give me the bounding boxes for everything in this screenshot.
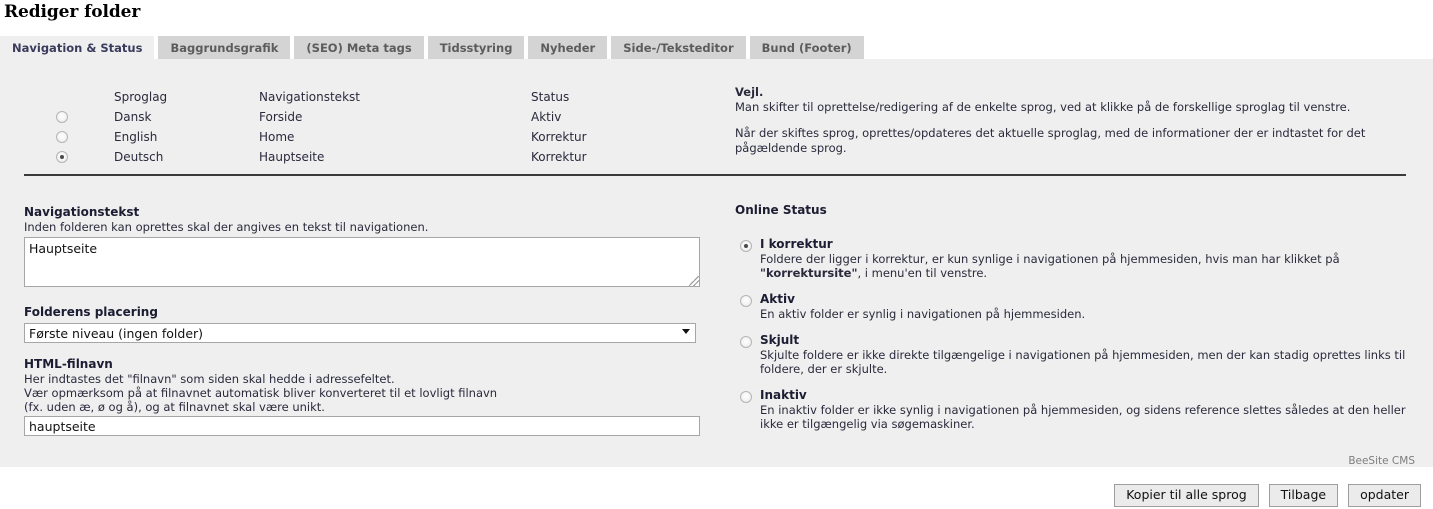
footer-button-group: Kopier til alle sprog Tilbage opdater (1114, 484, 1421, 507)
language-table: Sproglag Navigationstekst Status Dansk Fo… (56, 87, 731, 167)
table-row[interactable]: English Home Korrektur (56, 127, 731, 147)
kopier-til-alle-sprog-button[interactable]: Kopier til alle sprog (1114, 484, 1259, 507)
tab-bund-footer[interactable]: Bund (Footer) (749, 36, 864, 59)
table-row[interactable]: Dansk Forside Aktiv (56, 107, 731, 127)
main-panel: Sproglag Navigationstekst Status Dansk Fo… (0, 59, 1433, 467)
status-option-desc: Skjulte foldere er ikke direkte tilgænge… (760, 348, 1406, 376)
online-status-title: Online Status (735, 203, 827, 217)
radio-icon[interactable] (56, 151, 68, 163)
status-option-i-korrektur[interactable]: I korrektur Foldere der ligger i korrektu… (735, 237, 1425, 280)
guidance-line-1: Man skifter til oprettelse/redigering af… (735, 100, 1351, 114)
guidance-line-2: Når der skiftes sprog, oprettes/opdatere… (735, 126, 1366, 140)
language-radio-cell[interactable] (56, 151, 114, 163)
cell-nav-text: Forside (259, 110, 303, 124)
language-radio-cell[interactable] (56, 111, 114, 123)
filename-input[interactable]: hauptseite (24, 416, 700, 436)
filename-help-3: (fx. uden æ, ø og å), og at filnavnet sk… (24, 400, 325, 414)
online-status-section: Online Status I korrektur Foldere der lig… (735, 203, 1425, 443)
status-option-desc: En aktiv folder er synlig i navigationen… (760, 307, 1086, 321)
cell-language: Dansk (114, 110, 152, 124)
nav-text-label: Navigationstekst (24, 205, 140, 219)
radio-icon[interactable] (740, 336, 752, 348)
textarea-resize-handle[interactable] (689, 276, 699, 286)
status-option-aktiv[interactable]: Aktiv En aktiv folder er synlig i navigat… (735, 292, 1425, 321)
cell-status: Aktiv (531, 110, 562, 124)
chevron-down-icon[interactable] (682, 329, 690, 334)
tab-seo-meta-tags[interactable]: (SEO) Meta tags (294, 36, 424, 59)
section-divider (24, 174, 1406, 176)
status-option-desc: En inaktiv folder er ikke synlig i navig… (760, 403, 1406, 431)
cell-nav-text: Home (259, 130, 295, 144)
tab-navigation-status[interactable]: Navigation & Status (0, 36, 155, 59)
status-option-name: I korrektur (760, 237, 833, 251)
radio-icon[interactable] (56, 131, 68, 143)
filename-help-2: Vær opmærksom på at filnavnet automatisk… (24, 386, 498, 400)
filename-help-1: Her indtastes det "filnavn" som siden sk… (24, 372, 395, 386)
radio-icon[interactable] (56, 111, 68, 123)
edit-folder-page: Rediger folder Navigation & Status Baggru… (0, 0, 1433, 509)
radio-icon[interactable] (740, 240, 752, 252)
status-option-name: Skjult (760, 333, 800, 347)
placement-select[interactable]: Første niveau (ingen folder) (24, 323, 696, 343)
nav-text-textarea[interactable]: Hauptseite (24, 237, 700, 287)
table-row[interactable]: Deutsch Hauptseite Korrektur (56, 147, 731, 167)
status-option-name: Aktiv (760, 292, 795, 306)
radio-icon[interactable] (740, 295, 752, 307)
page-title: Rediger folder (4, 2, 141, 22)
tab-side-teksteditor[interactable]: Side-/Teksteditor (611, 36, 746, 59)
tilbage-button[interactable]: Tilbage (1268, 484, 1339, 507)
status-option-inaktiv[interactable]: Inaktiv En inaktiv folder er ikke synlig … (735, 388, 1425, 431)
cell-status: Korrektur (531, 150, 587, 164)
cell-status: Korrektur (531, 130, 587, 144)
header-navigationstekst: Navigationstekst (259, 90, 360, 104)
tab-tidsstyring[interactable]: Tidsstyring (427, 36, 525, 59)
tab-bar: Navigation & Status Baggrundsgrafik (SEO) … (0, 36, 1433, 60)
footer-bar: Kopier til alle sprog Tilbage opdater (0, 467, 1433, 509)
radio-icon[interactable] (740, 391, 752, 403)
cell-nav-text: Hauptseite (259, 150, 325, 164)
header-status: Status (531, 90, 570, 104)
left-form: Navigationstekst Inden folderen kan opre… (24, 205, 700, 436)
nav-text-help: Inden folderen kan oprettes skal der ang… (24, 220, 429, 234)
guidance-text: Vejl. Man skifter til oprettelse/rediger… (735, 85, 1415, 156)
tab-baggrundsgrafik[interactable]: Baggrundsgrafik (158, 36, 291, 59)
filename-label: HTML-filnavn (24, 357, 113, 371)
status-option-desc: Foldere der ligger i korrektur, er kun s… (760, 252, 1340, 280)
tab-nyheder[interactable]: Nyheder (528, 36, 608, 59)
language-radio-cell[interactable] (56, 131, 114, 143)
cell-language: English (114, 130, 158, 144)
status-option-skjult[interactable]: Skjult Skjulte foldere er ikke direkte ti… (735, 333, 1425, 376)
placement-select-wrap[interactable]: Første niveau (ingen folder) (24, 323, 696, 343)
guidance-line-3: pågældende sprog. (735, 141, 847, 155)
placement-label: Folderens placering (24, 305, 158, 319)
guidance-title: Vejl. (735, 85, 764, 99)
table-header-row: Sproglag Navigationstekst Status (56, 87, 731, 107)
opdater-button[interactable]: opdater (1348, 484, 1421, 507)
cell-language: Deutsch (114, 150, 164, 164)
status-option-name: Inaktiv (760, 388, 807, 402)
brand-label: BeeSite CMS (1348, 455, 1415, 467)
header-sproglag: Sproglag (114, 90, 168, 104)
